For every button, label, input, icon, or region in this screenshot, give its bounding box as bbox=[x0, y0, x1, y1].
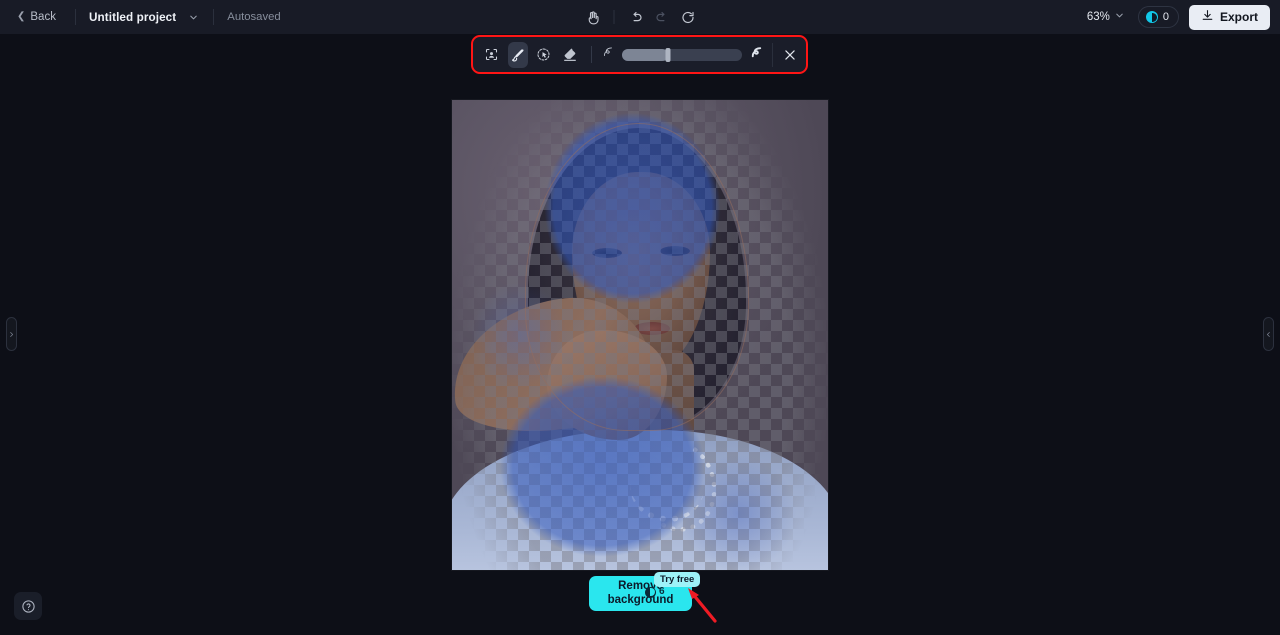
coin-icon bbox=[645, 586, 656, 598]
remove-background-cost: 6 bbox=[645, 585, 665, 599]
back-button-label: Back bbox=[30, 11, 56, 23]
try-free-badge[interactable]: Try free bbox=[654, 572, 701, 587]
left-panel-toggle[interactable] bbox=[6, 317, 17, 351]
chevron-down-icon[interactable] bbox=[186, 10, 200, 24]
top-bar-center bbox=[580, 0, 701, 34]
export-button[interactable]: Export bbox=[1188, 4, 1270, 30]
hand-tool-icon[interactable] bbox=[580, 4, 606, 30]
undo-icon[interactable] bbox=[623, 4, 649, 30]
chevron-left-icon: ❮ bbox=[17, 11, 26, 22]
autosaved-status: Autosaved bbox=[227, 11, 281, 23]
refresh-icon[interactable] bbox=[675, 4, 701, 30]
right-panel-toggle[interactable] bbox=[1263, 317, 1274, 351]
canvas-area[interactable] bbox=[0, 35, 1280, 635]
zoom-control[interactable]: 63% bbox=[1084, 5, 1128, 29]
cost-value: 6 bbox=[659, 586, 665, 597]
divider bbox=[613, 10, 615, 24]
help-button[interactable] bbox=[14, 592, 42, 620]
top-bar-right: 63% 0 Export bbox=[1084, 0, 1270, 34]
top-bar-left: ❮ Back Untitled project Autosaved bbox=[0, 0, 281, 34]
credits-indicator[interactable]: 0 bbox=[1137, 6, 1179, 28]
remove-background-cta: Remove background 6 Try free bbox=[589, 572, 701, 611]
top-bar: ❮ Back Untitled project Autosaved 63% 0 … bbox=[0, 0, 1280, 35]
coin-icon bbox=[1145, 11, 1158, 23]
credits-count: 0 bbox=[1162, 11, 1169, 23]
download-icon bbox=[1201, 9, 1214, 25]
zoom-level-value: 63% bbox=[1086, 11, 1110, 23]
project-title: Untitled project bbox=[88, 10, 177, 24]
app-root: ❮ Back Untitled project Autosaved 63% 0 … bbox=[0, 0, 1280, 635]
chevron-down-icon bbox=[1114, 8, 1125, 26]
back-button[interactable]: ❮ Back bbox=[11, 7, 62, 27]
divider bbox=[74, 9, 76, 25]
divider bbox=[213, 9, 215, 25]
image-artboard[interactable] bbox=[452, 100, 828, 570]
redo-icon[interactable] bbox=[649, 4, 675, 30]
export-button-label: Export bbox=[1219, 10, 1258, 24]
